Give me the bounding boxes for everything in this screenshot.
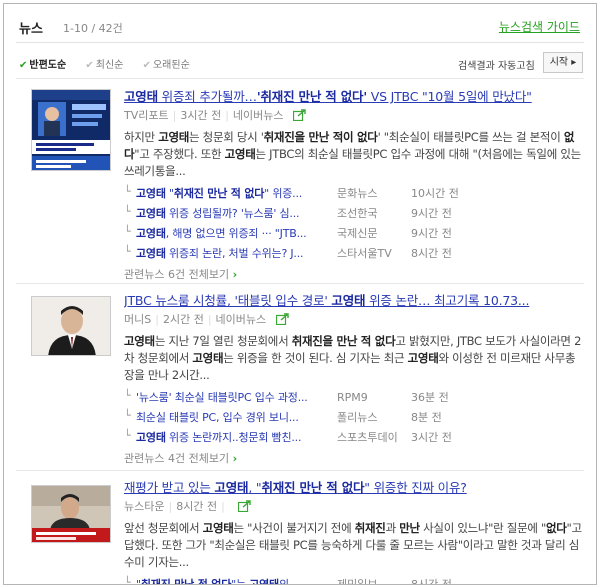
thumbnail-2[interactable] [31,296,111,356]
related-news-item: └ "취재진 만난 적 없다"는 고영태의... 제민일보 8시간 전 [124,575,584,585]
related-news-title[interactable]: '뉴스룸' 최순실 태블릿PC 입수 과정... [136,388,326,408]
tree-bullet-icon: └ [124,205,131,218]
result-source[interactable]: 머니S [124,313,151,326]
result-meta: TV리포트 | 3시간 전 | 네이버뉴스 [124,108,584,126]
related-news-time: 8시간 전 [411,247,452,260]
related-news-source[interactable]: 폴리뉴스 [337,408,377,428]
related-news-time: 36분 전 [411,391,449,404]
sort-relevance[interactable]: ✔ 반편도순 [19,60,74,71]
check-icon: ✔ [19,60,28,71]
check-icon: ✔ [142,60,151,71]
related-news-source[interactable]: RPM9 [337,388,368,408]
related-news-title[interactable]: 고영태 위증 논란까지..청문회 빰친... [136,428,326,448]
related-news-source[interactable]: 스포츠투데이 [337,428,398,448]
auto-refresh-start-button[interactable]: 시작 ▸ [543,52,583,73]
tree-bullet-icon: └ [124,409,131,422]
related-news-item: └ 고영태 위증 논란까지..청문회 빰친... 스포츠투데이 3시간 전 [124,428,584,448]
chevron-right-icon: › [232,268,238,281]
thumbnail-3[interactable] [31,485,111,543]
auto-refresh-label: 검색결과 자동고침 [458,61,535,72]
related-news-title[interactable]: "취재진 만난 적 없다"는 고영태의... [136,575,326,584]
result-time: 3시간 전 [180,109,222,122]
related-news-item: └ 고영태 위증 성립될까? '뉴스룸' 심... 조선한국 9시간 전 [124,204,584,224]
result-source[interactable]: TV리포트 [124,109,169,122]
share-icon[interactable] [292,109,306,126]
related-news-title[interactable]: 고영태 "취재진 만난 적 없다" 위증... [136,184,326,204]
sort-options: ✔ 반편도순 ✔ 최신순 ✔ 오래된순 [19,56,206,71]
related-news-source[interactable]: 스타서울TV [337,244,392,264]
related-news-list: └ "취재진 만난 적 없다"는 고영태의... 제민일보 8시간 전 [124,575,584,585]
news-thumbnail-image [32,297,110,355]
portal-link[interactable]: 네이버뉴스 [233,109,284,122]
related-news-time: 10시간 전 [411,187,459,200]
related-news-source[interactable]: 문화뉴스 [337,184,377,204]
related-news-item: └ 최순실 태블릿 PC, 입수 경위 보니... 폴리뉴스 8분 전 [124,408,584,428]
result-meta: 뉴스타운 | 8시간 전 | [124,499,584,517]
tree-bullet-icon: └ [124,576,131,585]
related-news-title[interactable]: 고영태 위증 성립될까? '뉴스룸' 심... [136,204,326,224]
news-header: 뉴스 1-10 / 42건 뉴스검색 가이드 [19,16,580,38]
tree-bullet-icon: └ [124,389,131,402]
result-divider [16,470,584,471]
portal-link[interactable]: 네이버뉴스 [216,313,267,326]
share-icon[interactable] [238,500,251,517]
share-icon[interactable] [275,313,289,330]
related-news-title[interactable]: 고영태, 해명 없으면 위증죄 ··· "JTB... [136,224,326,244]
related-news-item: └ 고영태, 해명 없으면 위증죄 ··· "JTB... 국제신문 9시간 전 [124,224,584,244]
related-news-source[interactable]: 제민일보 [337,575,377,584]
related-news-time: 8시간 전 [411,578,452,585]
related-news-time: 9시간 전 [411,207,452,220]
result-divider [16,283,584,284]
related-news-title[interactable]: 고영태 위증죄 논란, 처벌 수위는? J... [136,244,326,264]
related-news-source[interactable]: 국제신문 [337,224,377,244]
related-news-list: └ '뉴스룸' 최순실 태블릿PC 입수 과정... RPM9 36분 전 └ 최순실 태… [124,388,584,448]
related-more-link[interactable]: 관련뉴스 4건 전체보기 › [124,450,584,468]
sort-oldest[interactable]: ✔ 오래된순 [143,60,198,71]
section-title: 뉴스 [19,22,43,37]
header-divider [16,42,584,43]
result-title[interactable]: 재평가 받고 있는 고영태, "취재진 만난 적 없다" 위증한 진짜 이유? [124,479,584,496]
tree-bullet-icon: └ [124,185,131,198]
tree-bullet-icon: └ [124,429,131,442]
result-time: 2시간 전 [162,313,204,326]
chevron-right-icon: › [232,452,238,465]
result-snippet: 하지만 고영태는 청문회 당시 '취재진을 만난 적이 없다' "최순실이 태블… [124,130,581,178]
result-title[interactable]: JTBC 뉴스룸 시청률, '태블릿 입수 경로' 고영태 위증 논란… 최고기… [124,292,584,309]
tree-bullet-icon: └ [124,245,131,258]
related-news-item: └ 고영태 위증죄 논란, 처벌 수위는? J... 스타서울TV 8시간 전 [124,244,584,264]
related-news-item: └ 고영태 "취재진 만난 적 없다" 위증... 문화뉴스 10시간 전 [124,184,584,204]
news-thumbnail-image [32,90,110,170]
news-search-guide-link[interactable]: 뉴스검색 가이드 [499,18,580,35]
tree-bullet-icon: └ [124,225,131,238]
related-news-time: 3시간 전 [411,431,452,444]
related-news-source[interactable]: 조선한국 [337,204,377,224]
result-time: 8시간 전 [176,500,218,513]
thumbnail-1[interactable] [31,89,111,171]
check-icon: ✔ [85,60,94,71]
related-more-link[interactable]: 관련뉴스 6건 전체보기 › [124,266,584,284]
result-snippet: 고영태는 지난 7일 열린 청문회에서 취재진을 만난 적 없다고 밝혔지만, … [124,334,582,382]
related-news-time: 8분 전 [411,411,442,424]
related-news-item: └ '뉴스룸' 최순실 태블릿PC 입수 과정... RPM9 36분 전 [124,388,584,408]
news-panel: 뉴스 1-10 / 42건 뉴스검색 가이드 ✔ 반편도순 ✔ 최신순 ✔ 오래된순 … [3,3,597,585]
result-meta: 머니S | 2시간 전 | 네이버뉴스 [124,312,584,330]
result-title[interactable]: 고영태 위증죄 추가될까…'취재진 만난 적 없다' VS JTBC "10월 … [124,88,584,105]
result-count: 1-10 / 42건 [63,22,123,35]
related-news-title[interactable]: 최순실 태블릿 PC, 입수 경위 보니... [136,408,326,428]
related-news-time: 9시간 전 [411,227,452,240]
result-source[interactable]: 뉴스타운 [124,500,164,513]
result-snippet: 앞선 청문회에서 고영태는 "사건이 불거지기 전에 취재진과 만난 사실이 있… [124,521,582,569]
news-thumbnail-image [32,486,110,542]
related-news-list: └ 고영태 "취재진 만난 적 없다" 위증... 문화뉴스 10시간 전 └ 고영태 위… [124,184,584,264]
sort-latest[interactable]: ✔ 최신순 [85,60,131,71]
sort-divider [16,78,584,79]
